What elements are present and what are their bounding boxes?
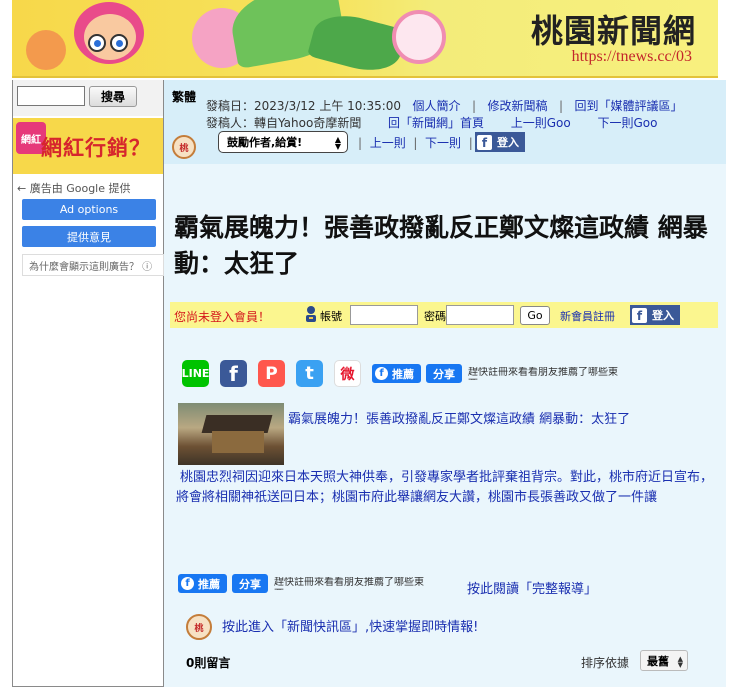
fb-like-button[interactable]: f 推薦 [178,574,227,593]
fruit-decoration [392,10,446,64]
facebook-login-button[interactable]: f 登入 [475,132,525,152]
posted-date: 發稿日：2023/3/12 上午 10:35:00 [206,99,402,113]
share-row: LINE f P t 微 f 推薦 分享 趕快註冊來看看朋友推薦了哪些東西。 [182,360,636,387]
member-login-bar: 您尚未登入會員！ 帳號 密碼 Go 新會員註冊 f 登入 [170,302,718,328]
line-icon[interactable]: LINE [182,360,209,387]
login-go-button[interactable]: Go [520,306,550,325]
fb-like-label: 推薦 [198,577,220,591]
next-goo-link[interactable]: 下一則Goo [597,116,657,130]
password-label: 密碼 [424,310,446,323]
meta-row-2: 發稿人：轉自Yahoo奇摩新聞 回「新聞網」首頁 上一則Goo 下一則Goo [206,114,657,131]
search-input[interactable] [17,86,85,106]
search-button[interactable]: 搜尋 [89,86,137,107]
article-title-link[interactable]: 霸氣展魄力！張善政撥亂反正鄭文燦這政績 網暴動：太狂了 [288,408,630,427]
article-thumbnail[interactable] [178,403,284,465]
comment-sort-select[interactable]: 最舊 ▲ ▼ [640,650,688,671]
account-input[interactable] [350,305,418,325]
tip-select-value: 鼓勵作者,給賞! [227,136,303,149]
full-report-link[interactable]: 按此閱讀「完整報導」 [467,578,597,597]
article-summary[interactable]: 桃園忠烈祠因迎來日本天照大神供奉，引發專家學者批評棄祖背宗。對此，桃市府近日宣布… [176,468,714,508]
nav-row: | 上一則 | 下一則 | [358,134,473,151]
facebook-icon: f [181,577,194,590]
facebook-icon: f [477,134,492,150]
tip-author-select[interactable]: 鼓勵作者,給賞! ▲ ▼ [218,131,348,153]
register-link[interactable]: 新會員註冊 [560,308,615,324]
profile-link[interactable]: 個人簡介 [413,99,461,113]
traditional-chinese-toggle[interactable]: 繁體 [172,88,196,105]
user-key-icon [306,306,316,322]
facebook-login-label: 登入 [652,309,674,322]
why-this-ad-link[interactable]: 為什麼會顯示這則廣告？ ⓘ [22,254,164,276]
twitter-icon[interactable]: t [296,360,323,387]
left-sidebar: 搜尋 網紅 網紅行銷？ ← 廣告由 Google 提供 Ad options 提… [12,80,164,687]
influencer-marketing-ad[interactable]: 網紅 網紅行銷？ [13,118,163,174]
separator: | [471,99,477,113]
article-headline: 霸氣展魄力！張善政撥亂反正鄭文燦這政績 網暴動：太狂了 [174,213,708,278]
article-info-panel: 繁體 發稿日：2023/3/12 上午 10:35:00 個人簡介 | 修改新聞… [164,80,726,164]
fruit-decoration [26,30,66,70]
search-bar: 搜尋 [13,80,163,116]
weibo-icon[interactable]: 微 [334,360,361,387]
separator: | [413,136,418,150]
facebook-icon: f [375,367,388,380]
fb-share-button[interactable]: 分享 [232,574,268,593]
monkey-face [84,14,136,60]
main-content: 繁體 發稿日：2023/3/12 上午 10:35:00 個人簡介 | 修改新聞… [164,80,726,687]
share-row-bottom: f 推薦 分享 趕快註冊來看看朋友推薦了哪些東西。 [178,574,442,593]
password-input[interactable] [446,305,514,325]
facebook-login-button[interactable]: f 登入 [630,305,680,325]
login-notice: 您尚未登入會員！ [174,310,271,324]
monkey-eye [88,34,106,52]
dropdown-arrow-icon: ▲ ▼ [334,135,341,151]
home-link[interactable]: 回「新聞網」首頁 [388,116,484,130]
next-article-link[interactable]: 下一則 [425,136,461,150]
prev-article-link[interactable]: 上一則 [370,136,406,150]
dropdown-arrow-icon: ▲ ▼ [677,655,683,669]
separator: | [358,136,363,150]
separator: | [468,136,473,150]
facebook-icon: f [632,307,647,323]
site-url: https://tnews.cc/03 [571,48,692,65]
fb-share-button[interactable]: 分享 [426,364,462,383]
plurk-icon[interactable]: P [258,360,285,387]
news-flash-link[interactable]: 按此進入「新聞快訊區」,快速掌握即時情報! [222,616,478,635]
sort-select-value: 最舊 [647,654,669,668]
fb-register-hint[interactable]: 趕快註冊來看看朋友推薦了哪些東西。 [468,367,636,380]
ad-options-button[interactable]: Ad options [22,199,156,220]
sort-label: 排序依據 [581,656,630,670]
site-banner[interactable]: 桃園新聞網 https://tnews.cc/03 [12,0,718,78]
shrine-hall [212,431,264,453]
ad-feedback-button[interactable]: 提供意見 [22,226,156,247]
facebook-login-label: 登入 [497,136,519,149]
poster-info: 發稿人：轉自Yahoo奇摩新聞 [206,116,362,130]
fb-register-hint[interactable]: 趕快註冊來看看朋友推薦了哪些東西。 [274,577,442,590]
author-avatar: 桃 [172,135,196,159]
prev-goo-link[interactable]: 上一則Goo [511,116,571,130]
account-label: 帳號 [320,310,342,323]
facebook-icon[interactable]: f [220,360,247,387]
news-avatar: 桃 [186,614,212,640]
ad-text: 網紅行銷？ [41,135,151,160]
media-review-link[interactable]: 回到「媒體評議區」 [574,99,682,113]
fb-like-label: 推薦 [392,367,414,381]
separator: | [558,99,563,113]
edit-news-link[interactable]: 修改新聞稿 [487,99,547,113]
monkey-eye [110,34,128,52]
fb-like-button[interactable]: f 推薦 [372,364,421,383]
site-title: 桃園新聞網 [530,12,696,50]
google-ad-attribution[interactable]: ← 廣告由 Google 提供 [17,180,131,196]
comment-count: 0則留言 [186,656,231,670]
meta-row-1: 發稿日：2023/3/12 上午 10:35:00 個人簡介 | 修改新聞稿 |… [206,97,682,114]
